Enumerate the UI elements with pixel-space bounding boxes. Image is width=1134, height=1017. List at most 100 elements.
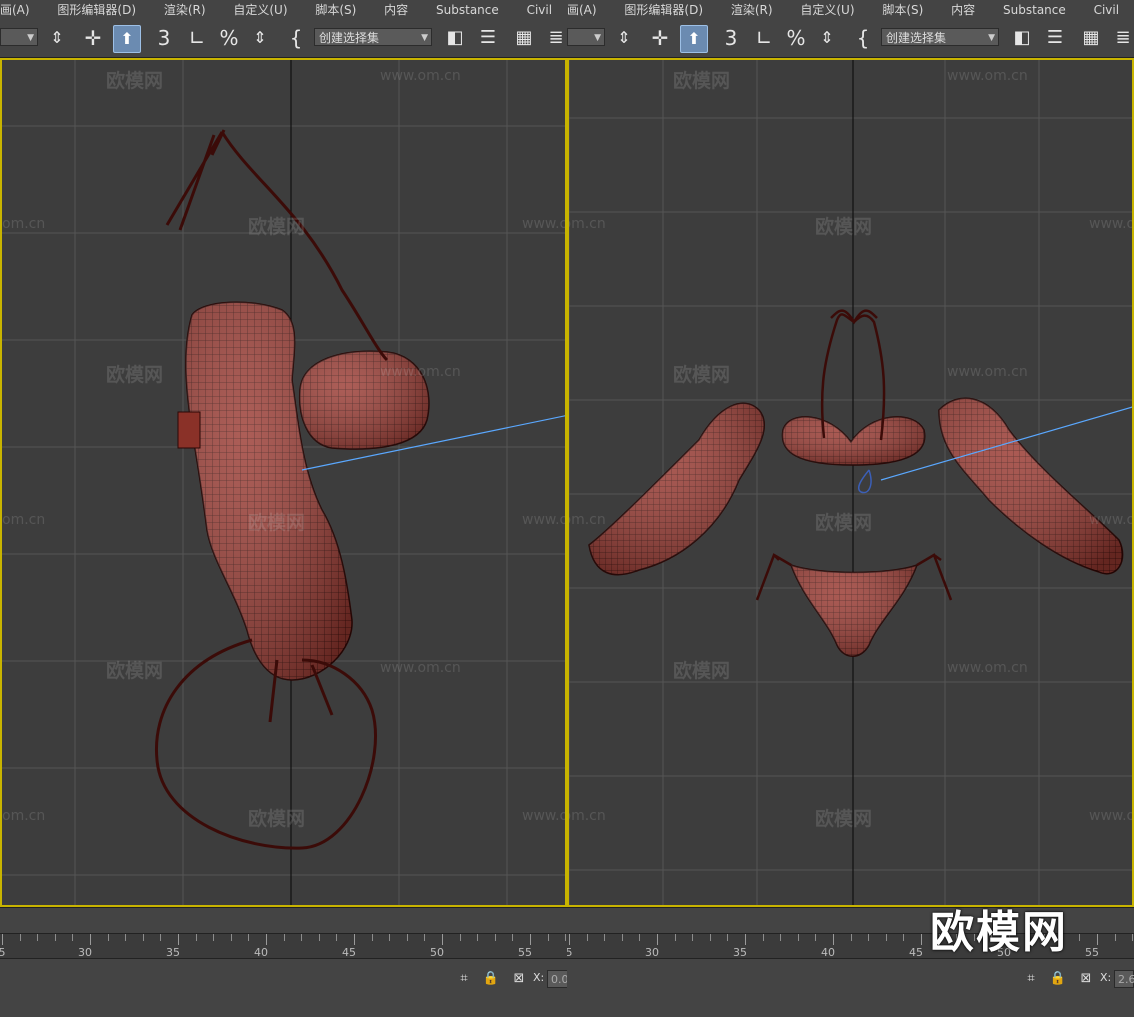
- timeline-tick: [921, 934, 922, 945]
- move-icon[interactable]: ✛: [647, 25, 673, 51]
- timeline-tick: [850, 934, 852, 941]
- align-icon[interactable]: ☰: [476, 25, 500, 51]
- menu-item-animation[interactable]: 画(A): [567, 0, 597, 20]
- timeline-tick: [283, 934, 285, 941]
- align-icon[interactable]: ☰: [1043, 25, 1067, 51]
- timeline: 5 30 35 40 45 50 55: [0, 907, 567, 963]
- lock-icon[interactable]: 🔒: [482, 970, 500, 988]
- menu-item-rendering[interactable]: 渲染(R): [164, 0, 206, 20]
- timeline-tick: [833, 934, 834, 945]
- viewport-left-canvas: [2, 60, 565, 905]
- spinner-snap-icon[interactable]: ⇕: [247, 25, 273, 51]
- timeline-tick: [2, 934, 3, 945]
- scene-explorer-icon[interactable]: ≣: [1111, 25, 1134, 51]
- angle-snap-icon[interactable]: ∟: [184, 25, 210, 51]
- edit-named-selection-icon[interactable]: {: [284, 25, 308, 51]
- isolate-selection-icon[interactable]: ⌗: [455, 970, 473, 988]
- timeline-tick: [142, 934, 144, 941]
- main-toolbar: ▼ ⇕ ✛ ⬆ 3 ∟ % ⇕ { 创建选择集 ▼ ◧ ☰ ▦ ≣: [567, 20, 1134, 58]
- timeline-tick: [389, 934, 391, 941]
- timeline-tick: [459, 934, 461, 941]
- timeline-label: 45: [909, 946, 923, 959]
- timeline-tick: [727, 934, 729, 941]
- timeline-tick: [107, 934, 109, 941]
- menu-item-graph-editors[interactable]: 图形编辑器(D): [624, 0, 703, 20]
- timeline-tick: [318, 934, 320, 941]
- menu-item-customize[interactable]: 自定义(U): [800, 0, 854, 20]
- menu-item-content[interactable]: 内容: [951, 0, 975, 20]
- timeline-label: 5: [567, 946, 573, 959]
- menu-item-animation[interactable]: 画(A): [0, 0, 30, 20]
- menu-item-substance[interactable]: Substance: [1003, 0, 1066, 20]
- edit-named-selection-icon[interactable]: {: [851, 25, 875, 51]
- percent-snap-icon[interactable]: %: [783, 25, 809, 51]
- menu-item-scripting[interactable]: 脚本(S): [882, 0, 923, 20]
- timeline-tick: [37, 934, 39, 941]
- select-move-icon[interactable]: ⇕: [44, 25, 70, 51]
- timeline-tick: [442, 934, 443, 945]
- pivot-gizmo: [857, 469, 872, 494]
- timeline-tick: [762, 934, 764, 941]
- select-object-icon[interactable]: ⬆: [680, 25, 708, 53]
- angle-snap-icon[interactable]: ∟: [751, 25, 777, 51]
- lock-icon[interactable]: 🔒: [1049, 970, 1067, 988]
- named-selection-set-dropdown[interactable]: 创建选择集 ▼: [881, 28, 999, 46]
- timeline-tick: [512, 934, 514, 941]
- mirror-icon[interactable]: ◧: [1009, 25, 1035, 51]
- menu-item-civil[interactable]: Civil: [1094, 0, 1119, 20]
- mirror-icon[interactable]: ◧: [442, 25, 468, 51]
- timeline-tick: [709, 934, 711, 941]
- timeline-tick: [160, 934, 162, 941]
- viewport-right[interactable]: 欧模网 www.om.cn 欧模网 www.om.cn www.om.cn 欧模…: [567, 58, 1134, 907]
- move-icon[interactable]: ✛: [80, 25, 106, 51]
- select-move-icon[interactable]: ⇕: [611, 25, 637, 51]
- layer-manager-icon[interactable]: ▦: [1079, 25, 1103, 51]
- absolute-mode-icon[interactable]: ⊠: [510, 970, 528, 988]
- spinner-snap-icon[interactable]: ⇕: [814, 25, 840, 51]
- menu-item-scripting[interactable]: 脚本(S): [315, 0, 356, 20]
- menu-item-graph-editors[interactable]: 图形编辑器(D): [57, 0, 136, 20]
- snap-3d-icon[interactable]: 3: [150, 25, 178, 51]
- scene-explorer-icon[interactable]: ≣: [544, 25, 567, 51]
- timeline-tick: [354, 934, 355, 945]
- menu-item-content[interactable]: 内容: [384, 0, 408, 20]
- timeline-tick: [301, 934, 303, 941]
- timeline-tick: [1114, 934, 1116, 941]
- timeline-tick: [19, 934, 21, 941]
- absolute-mode-icon[interactable]: ⊠: [1077, 970, 1095, 988]
- timeline-tick: [72, 934, 74, 941]
- timeline-tick: [266, 934, 267, 945]
- isolate-selection-icon[interactable]: ⌗: [1022, 970, 1040, 988]
- select-object-icon[interactable]: ⬆: [113, 25, 141, 53]
- timeline-label: 35: [166, 946, 180, 959]
- percent-snap-icon[interactable]: %: [216, 25, 242, 51]
- timeline-tick: [1079, 934, 1081, 941]
- timeline-tick: [125, 934, 127, 941]
- reference-coord-dropdown[interactable]: ▼: [567, 28, 605, 46]
- menu-item-substance[interactable]: Substance: [436, 0, 499, 20]
- menu-item-rendering[interactable]: 渲染(R): [731, 0, 773, 20]
- sleeve-mesh-side: [177, 301, 430, 681]
- x-coordinate-field[interactable]: 2.6: [1114, 970, 1134, 988]
- timeline-tick: [885, 934, 887, 941]
- snap-3d-icon[interactable]: 3: [717, 25, 745, 51]
- timeline-tick: [745, 934, 746, 945]
- timeline-tick: [530, 934, 531, 945]
- reference-coord-dropdown[interactable]: ▼: [0, 28, 38, 46]
- viewport-left[interactable]: 欧模网 www.om.cn 欧模网 om.cn www.om.cn 欧模网 ww…: [0, 58, 567, 907]
- timeline-tick: [586, 934, 588, 941]
- timeline-tick: [477, 934, 479, 941]
- x-coordinate-field[interactable]: 0.0: [547, 970, 567, 988]
- timeline-label: 40: [821, 946, 835, 959]
- status-bar: ⌗ 🔒 ⊠ X: 2.6: [567, 962, 1134, 1017]
- timeline-tick: [424, 934, 426, 941]
- timeline-label: 35: [733, 946, 747, 959]
- time-slider-track[interactable]: 5 30 35 40 45 50 55: [0, 933, 567, 959]
- timeline-tick: [569, 934, 570, 945]
- timeline-tick: [692, 934, 694, 941]
- selection-set-placeholder: 创建选择集: [319, 31, 380, 45]
- menu-item-civil[interactable]: Civil: [527, 0, 552, 20]
- named-selection-set-dropdown[interactable]: 创建选择集 ▼: [314, 28, 432, 46]
- menu-item-customize[interactable]: 自定义(U): [233, 0, 287, 20]
- layer-manager-icon[interactable]: ▦: [512, 25, 536, 51]
